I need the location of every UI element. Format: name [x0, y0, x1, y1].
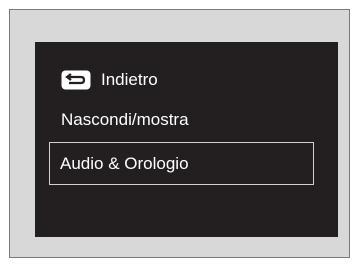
menu-item-hide-show[interactable]: Nascondi/mostra [35, 100, 338, 140]
menu-item-audio-clock-label: Audio & Orologio [60, 153, 189, 173]
menu-item-audio-clock[interactable]: Audio & Orologio [49, 142, 314, 185]
menu-item-hide-show-label: Nascondi/mostra [61, 110, 189, 129]
back-arrow-icon [61, 70, 91, 90]
menu-item-back-label: Indietro [101, 70, 158, 89]
menu-screen: Indietro Nascondi/mostra Audio & Orologi… [35, 42, 338, 237]
menu-item-back[interactable]: Indietro [35, 60, 338, 100]
